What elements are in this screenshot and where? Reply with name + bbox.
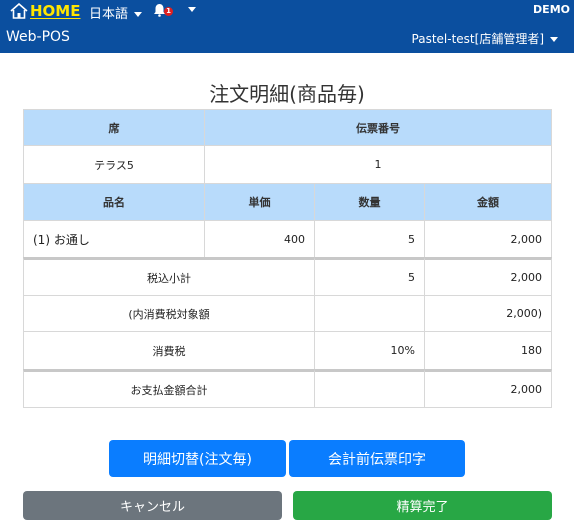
home-link[interactable]: HOME — [30, 2, 80, 20]
quantity-header: 数量 — [314, 183, 425, 221]
complete-payment-button[interactable]: 精算完了 — [293, 491, 552, 520]
tax-label: 消費税 — [23, 331, 315, 370]
app-header: HOME 日本語 1 DEMO Web-POS Pastel-test[店舗管理… — [0, 0, 574, 53]
item-unit-price: 400 — [204, 220, 315, 258]
total-label: お支払金額合計 — [23, 369, 315, 408]
home-icon[interactable] — [10, 3, 28, 19]
taxable-label: (内消費税対象額 — [23, 295, 315, 332]
subtotal-amount: 2,000 — [424, 257, 552, 296]
chevron-down-icon — [188, 7, 196, 12]
subtotal-label: 税込小計 — [23, 257, 315, 296]
tax-amount: 180 — [424, 331, 552, 370]
item-quantity: 5 — [314, 220, 425, 258]
seat-value: テラス5 — [23, 145, 205, 184]
subtotal-quantity: 5 — [314, 257, 425, 296]
environment-badge: DEMO — [533, 3, 570, 16]
taxable-empty-cell — [314, 295, 425, 332]
user-dropdown[interactable]: Pastel-test[店舗管理者] — [412, 30, 558, 47]
item-amount: 2,000 — [424, 220, 552, 258]
print-slip-button[interactable]: 会計前伝票印字 — [289, 440, 465, 477]
total-empty-cell — [314, 369, 425, 408]
user-label: Pastel-test[店舗管理者] — [411, 32, 544, 46]
switch-detail-button[interactable]: 明細切替(注文毎) — [109, 440, 286, 477]
app-title: Web-POS — [6, 29, 70, 45]
item-name-header: 品名 — [23, 183, 205, 221]
unit-price-header: 単価 — [204, 183, 315, 221]
item-name: (1) お通し — [23, 220, 205, 258]
seat-header: 席 — [23, 109, 205, 146]
chevron-down-icon — [134, 12, 143, 17]
slip-number-header: 伝票番号 — [204, 109, 552, 146]
notification-dropdown[interactable]: 1 — [153, 1, 196, 19]
language-dropdown[interactable]: 日本語 — [89, 3, 143, 22]
language-label: 日本語 — [89, 7, 129, 22]
notification-badge: 1 — [164, 7, 173, 16]
chevron-down-icon — [550, 37, 558, 42]
amount-header: 金額 — [424, 183, 552, 221]
cancel-button[interactable]: キャンセル — [23, 491, 282, 520]
tax-rate: 10% — [314, 331, 425, 370]
slip-number-value: 1 — [204, 145, 552, 184]
total-amount: 2,000 — [424, 369, 552, 408]
taxable-amount: 2,000) — [424, 295, 552, 332]
page-title: 注文明細(商品毎) — [209, 82, 365, 106]
